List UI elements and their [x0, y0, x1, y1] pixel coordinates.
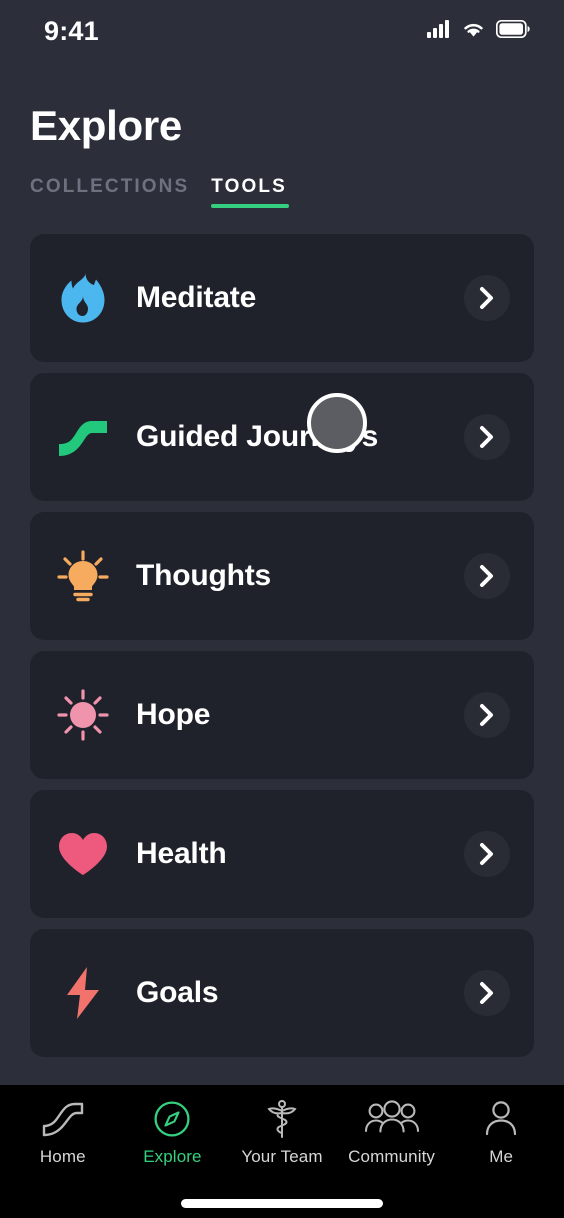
tool-card-hope[interactable]: Hope: [30, 651, 534, 779]
nav-label: Me: [489, 1147, 514, 1166]
lightbulb-icon: [56, 549, 110, 603]
chevron-right-icon[interactable]: [464, 414, 510, 460]
status-bar-time: 9:41: [44, 15, 99, 46]
nav-item-your-team[interactable]: Your Team: [230, 1097, 334, 1167]
compass-icon: [153, 1097, 191, 1141]
chevron-right-icon[interactable]: [464, 553, 510, 599]
nav-item-community[interactable]: Community: [340, 1097, 444, 1167]
tool-label: Meditate: [136, 281, 257, 314]
tool-card-goals[interactable]: Goals: [30, 929, 534, 1057]
tool-label: Health: [136, 837, 227, 870]
chevron-right-icon[interactable]: [464, 831, 510, 877]
tool-label: Thoughts: [136, 559, 272, 592]
tools-list: Meditate Guided Journeys Thoughts Hope H…: [0, 234, 564, 1085]
wifi-icon: [461, 20, 486, 43]
heart-icon: [56, 827, 110, 881]
tool-label: Goals: [136, 976, 219, 1009]
sun-icon: [56, 688, 110, 742]
page-title: Explore: [30, 102, 182, 149]
people-group-icon: [364, 1097, 420, 1141]
status-bar: 9:41: [0, 0, 564, 62]
tab-tools[interactable]: TOOLS: [211, 176, 289, 208]
nav-label: Explore: [143, 1147, 202, 1166]
path-curve-icon: [56, 410, 110, 464]
nav-label: Your Team: [241, 1147, 323, 1166]
chevron-right-icon[interactable]: [464, 692, 510, 738]
phone-screen: 9:41 Explore COLLECTIONS TOOLS Meditate …: [0, 0, 564, 1218]
tool-card-meditate[interactable]: Meditate: [30, 234, 534, 362]
tool-label: Guided Journeys: [136, 420, 379, 453]
path-curve-outline-icon: [41, 1097, 85, 1141]
tab-bar: COLLECTIONS TOOLS: [30, 176, 564, 208]
nav-item-explore[interactable]: Explore: [120, 1097, 224, 1167]
tool-card-health[interactable]: Health: [30, 790, 534, 918]
nav-item-me[interactable]: Me: [449, 1097, 553, 1167]
chevron-right-icon[interactable]: [464, 275, 510, 321]
tool-card-guided-journeys[interactable]: Guided Journeys: [30, 373, 534, 501]
flame-icon: [56, 271, 110, 325]
bottom-navigation-bar: Home Explore Your Team Community Me: [0, 1085, 564, 1218]
nav-label: Home: [39, 1147, 86, 1166]
home-indicator[interactable]: [181, 1199, 383, 1208]
tab-collections[interactable]: COLLECTIONS: [30, 176, 189, 208]
caduceus-icon: [263, 1097, 301, 1141]
cellular-signal-icon: [427, 19, 451, 43]
nav-label: Community: [348, 1147, 436, 1166]
chevron-right-icon[interactable]: [464, 970, 510, 1016]
tool-card-thoughts[interactable]: Thoughts: [30, 512, 534, 640]
status-bar-icons: [427, 19, 530, 43]
bottom-nav-items: Home Explore Your Team Community Me: [0, 1097, 564, 1167]
lightning-bolt-icon: [56, 966, 110, 1020]
tool-label: Hope: [136, 698, 211, 731]
battery-icon: [495, 19, 530, 43]
nav-item-home[interactable]: Home: [11, 1097, 115, 1167]
person-icon: [483, 1097, 519, 1141]
